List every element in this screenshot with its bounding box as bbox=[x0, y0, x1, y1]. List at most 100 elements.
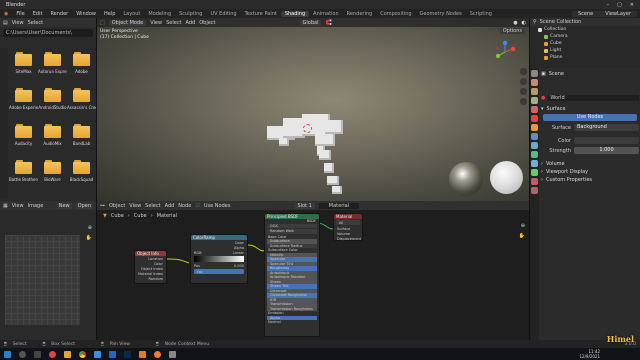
tab-layout[interactable]: Layout bbox=[119, 11, 144, 17]
chrome-icon[interactable] bbox=[79, 350, 86, 358]
colorramp-node[interactable]: ColorRamp Color Alpha RGB Linear Pos 0.000… bbox=[190, 234, 248, 284]
use-nodes-button[interactable]: Use Nodes bbox=[543, 114, 637, 121]
color-swatch[interactable] bbox=[574, 137, 639, 144]
constraints-tab-icon[interactable] bbox=[531, 160, 538, 167]
tab-texture-paint[interactable]: Texture Paint bbox=[241, 11, 281, 17]
folder-item[interactable]: BlackSquad bbox=[67, 158, 96, 190]
close-button[interactable]: ✕ bbox=[630, 2, 634, 8]
zoom-icon[interactable] bbox=[520, 68, 527, 75]
pan-hand-icon[interactable]: ✋ bbox=[86, 235, 92, 241]
folder-item[interactable]: Battle Brothers bbox=[9, 158, 38, 190]
texture-tab-icon[interactable] bbox=[531, 187, 538, 194]
outliner-item-camera[interactable]: Camera bbox=[534, 33, 640, 40]
folder-item[interactable]: AndroidStudio bbox=[38, 86, 67, 118]
ortho-grid-icon[interactable] bbox=[520, 98, 527, 105]
ie-menu-image[interactable]: Image bbox=[28, 203, 44, 209]
colorramp-mode-row[interactable]: RGB Linear bbox=[191, 250, 247, 255]
render-tab-icon[interactable] bbox=[531, 79, 538, 86]
options-button[interactable]: Options bbox=[499, 28, 525, 34]
folder-item[interactable]: Autorun Express bbox=[38, 50, 67, 82]
custom-properties-section-header[interactable]: › Custom Properties bbox=[541, 176, 639, 184]
tab-scripting[interactable]: Scripting bbox=[466, 11, 496, 17]
3d-viewport[interactable]: ⬚ Object Mode View Select Add Object Glo… bbox=[97, 18, 529, 201]
object-info-node[interactable]: Object Info Location Color Object Index … bbox=[134, 250, 167, 284]
tab-compositing[interactable]: Compositing bbox=[376, 11, 415, 17]
viewport-display-section-header[interactable]: › Viewport Display bbox=[541, 168, 639, 176]
fb-menu-view[interactable]: View bbox=[12, 20, 24, 26]
menu-window[interactable]: Window bbox=[72, 11, 100, 17]
folder-item[interactable]: SiteMax bbox=[9, 50, 38, 82]
ie-menu-view[interactable]: View bbox=[12, 203, 24, 209]
mode-selector[interactable]: Object Mode bbox=[108, 19, 147, 26]
editor-type-icon[interactable]: ▦ bbox=[3, 203, 8, 209]
object-tab-icon[interactable] bbox=[531, 124, 538, 131]
mail-icon[interactable] bbox=[109, 350, 116, 358]
clock[interactable]: 11:42 12/9/2021 bbox=[579, 349, 600, 359]
task-view-icon[interactable] bbox=[34, 350, 41, 358]
surface-section-header[interactable]: ▾ Surface bbox=[541, 105, 639, 113]
menu-render[interactable]: Render bbox=[46, 11, 72, 17]
menu-help[interactable]: Help bbox=[100, 11, 119, 17]
fac-field[interactable]: Fac bbox=[194, 269, 244, 274]
strength-field[interactable]: 1.000 bbox=[574, 147, 639, 154]
material-tab-icon[interactable] bbox=[531, 178, 538, 185]
menu-file[interactable]: File bbox=[12, 11, 28, 17]
tab-geometry-nodes[interactable]: Geometry Nodes bbox=[416, 11, 466, 17]
file-path-field[interactable]: C:\Users\User\Documents\ bbox=[3, 29, 93, 37]
folder-item[interactable]: BioWare bbox=[38, 158, 67, 190]
surface-shader-field[interactable]: Background bbox=[574, 124, 639, 131]
view-layer-tab-icon[interactable] bbox=[531, 97, 538, 104]
world-datablock[interactable]: ● World bbox=[541, 94, 639, 102]
search-icon[interactable] bbox=[19, 350, 26, 358]
store-icon[interactable] bbox=[94, 350, 101, 358]
editor-type-icon[interactable]: ⬚ bbox=[100, 20, 105, 26]
transform-orientation[interactable]: Global bbox=[299, 19, 322, 26]
filter-icon[interactable]: ⚲ bbox=[533, 19, 537, 25]
scene-tab-icon[interactable] bbox=[531, 106, 538, 113]
distribution-dropdown[interactable]: GGX bbox=[267, 223, 317, 228]
target-dropdown[interactable]: All bbox=[336, 220, 360, 225]
world-tab-icon[interactable] bbox=[531, 115, 538, 122]
outliner-item-collection[interactable]: Collection bbox=[534, 26, 640, 33]
shading-solid-icon[interactable]: ● bbox=[513, 20, 517, 26]
physics-tab-icon[interactable] bbox=[531, 151, 538, 158]
principled-bsdf-node[interactable]: Principled BSDF BSDF GGX Random Walk Bas… bbox=[264, 213, 320, 337]
tab-uv-editing[interactable]: UV Editing bbox=[206, 11, 240, 17]
maximize-button[interactable]: ▢ bbox=[617, 2, 622, 8]
tab-rendering[interactable]: Rendering bbox=[343, 11, 377, 17]
new-image-button[interactable]: New bbox=[56, 202, 72, 209]
vp-menu-select[interactable]: Select bbox=[166, 20, 181, 26]
fb-menu-select[interactable]: Select bbox=[28, 20, 43, 26]
shading-material-icon[interactable]: ◐ bbox=[522, 20, 526, 26]
world-name-field[interactable]: World bbox=[548, 95, 639, 101]
app-icon[interactable] bbox=[169, 350, 176, 358]
navigation-gizmo[interactable] bbox=[493, 40, 517, 64]
subsurface-method-dropdown[interactable]: Random Walk bbox=[267, 229, 317, 234]
particles-tab-icon[interactable] bbox=[531, 142, 538, 149]
windows-start-icon[interactable] bbox=[4, 350, 11, 358]
ramp-position-row[interactable]: Pos 0.000 bbox=[191, 263, 247, 268]
modifier-tab-icon[interactable] bbox=[531, 133, 538, 140]
outliner-item-cube[interactable]: Cube bbox=[534, 40, 640, 47]
folder-item[interactable]: Adobe bbox=[67, 50, 96, 82]
blender-taskbar-icon[interactable] bbox=[154, 350, 161, 358]
browser-icon[interactable] bbox=[49, 350, 56, 358]
menu-edit[interactable]: Edit bbox=[29, 11, 47, 17]
tab-sculpting[interactable]: Sculpting bbox=[175, 11, 206, 17]
view-layer-selector[interactable]: ViewLayer bbox=[599, 10, 637, 17]
outliner-item-plane[interactable]: Plane bbox=[534, 54, 640, 61]
tab-modeling[interactable]: Modeling bbox=[144, 11, 175, 17]
file-explorer-icon[interactable] bbox=[64, 350, 71, 358]
folder-item[interactable]: Adobe Experience bbox=[9, 86, 38, 118]
tab-animation[interactable]: Animation bbox=[309, 11, 343, 17]
camera-view-icon[interactable] bbox=[520, 88, 527, 95]
folder-item[interactable]: Assassin's Creed bbox=[67, 86, 96, 118]
scene-selector[interactable]: Scene bbox=[571, 10, 600, 17]
photoshop-icon[interactable] bbox=[124, 350, 131, 358]
tab-shading[interactable]: Shading bbox=[280, 10, 310, 17]
minimize-button[interactable]: – bbox=[607, 2, 610, 8]
material-output-node[interactable]: Material Output All Surface Volume Displ… bbox=[333, 213, 363, 241]
zoom-icon[interactable]: ⊕ bbox=[88, 225, 92, 231]
pan-hand-icon[interactable] bbox=[520, 78, 527, 85]
open-image-button[interactable]: Open bbox=[75, 202, 93, 209]
